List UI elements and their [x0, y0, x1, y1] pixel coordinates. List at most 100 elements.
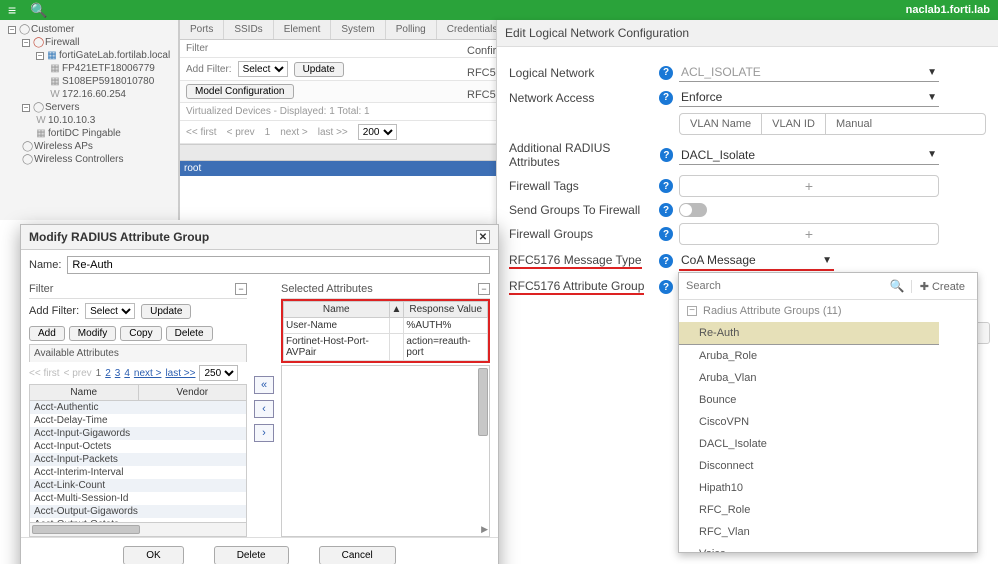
pg-prev[interactable]: < prev: [227, 127, 255, 138]
help-icon[interactable]: ?: [659, 254, 673, 268]
move-right-button[interactable]: ›: [254, 424, 274, 442]
network-access-select[interactable]: Enforce▼: [679, 88, 939, 107]
search-icon[interactable]: 🔍: [30, 2, 47, 19]
dropdown-item[interactable]: Voice: [679, 543, 977, 552]
mpg-next[interactable]: next >: [134, 368, 162, 379]
tree-dev-2[interactable]: 172.16.60.254: [62, 89, 126, 100]
move-left-button[interactable]: ‹: [254, 400, 274, 418]
help-icon[interactable]: ?: [660, 148, 673, 162]
dropdown-search-input[interactable]: [683, 277, 884, 295]
msg-type-select[interactable]: CoA Message▼: [679, 251, 834, 271]
tree-servers[interactable]: Servers: [45, 102, 79, 113]
modify-button[interactable]: Modify: [69, 326, 116, 341]
dropdown-item[interactable]: CiscoVPN: [679, 411, 977, 433]
attr-row[interactable]: Acct-Delay-Time: [30, 414, 246, 427]
mpg-last[interactable]: last >>: [165, 368, 195, 379]
help-icon[interactable]: ?: [659, 66, 673, 80]
mpg-1[interactable]: 1: [96, 368, 102, 379]
additional-radius-select[interactable]: DACL_Isolate▼: [679, 146, 939, 165]
mpg-prev[interactable]: < prev: [64, 368, 92, 379]
col-name[interactable]: Name: [30, 385, 139, 400]
tree-wctrl[interactable]: Wireless Controllers: [34, 154, 123, 165]
modal-name-input[interactable]: [67, 256, 490, 274]
help-icon[interactable]: ?: [659, 227, 673, 241]
tree-customer[interactable]: Customer: [31, 24, 74, 35]
vlan-mode-group[interactable]: VLAN Name VLAN ID Manual: [679, 113, 986, 135]
help-icon[interactable]: ?: [659, 91, 673, 105]
firewall-groups-add[interactable]: +: [679, 223, 939, 245]
minimize-icon[interactable]: −: [235, 283, 247, 295]
mpg-size[interactable]: 250: [199, 365, 238, 381]
mpg-2[interactable]: 2: [105, 368, 111, 379]
tree-fortigate[interactable]: fortiGateLab.fortilab.local: [59, 50, 170, 61]
modal-update-button[interactable]: Update: [141, 304, 191, 319]
menu-icon[interactable]: ≡: [8, 2, 16, 19]
tab-system[interactable]: System: [331, 20, 385, 39]
attr-row[interactable]: Acct-Authentic: [30, 401, 246, 414]
hscrollbar[interactable]: [29, 523, 247, 537]
dropdown-item[interactable]: Hipath10: [679, 477, 977, 499]
minimize-icon[interactable]: −: [478, 283, 490, 295]
firewall-tags-add[interactable]: +: [679, 175, 939, 197]
tab-ports[interactable]: Ports: [180, 20, 224, 39]
help-icon[interactable]: ?: [659, 203, 673, 217]
tree-dev-0[interactable]: FP421ETF18006779: [62, 63, 155, 74]
mpg-first[interactable]: << first: [29, 368, 60, 379]
addfilter-select[interactable]: Select: [238, 61, 288, 77]
dropdown-item[interactable]: RFC_Vlan: [679, 521, 977, 543]
tree-firewall[interactable]: Firewall: [45, 37, 79, 48]
help-icon[interactable]: ?: [659, 179, 673, 193]
help-icon[interactable]: ?: [659, 280, 673, 294]
close-icon[interactable]: ✕: [476, 230, 490, 244]
pg-first[interactable]: << first: [186, 127, 217, 138]
tab-polling[interactable]: Polling: [386, 20, 437, 39]
dropdown-item[interactable]: Bounce: [679, 389, 977, 411]
attr-row[interactable]: Acct-Interim-Interval: [30, 466, 246, 479]
selected-body[interactable]: ▶: [281, 365, 490, 537]
sel-row-1[interactable]: Fortinet-Host-Port-AVPairaction=reauth-p…: [284, 334, 488, 361]
attr-row[interactable]: Acct-Link-Count: [30, 479, 246, 492]
sel-col-resp[interactable]: Response Value: [404, 302, 488, 318]
dropdown-group-header[interactable]: −Radius Attribute Groups (11): [679, 300, 977, 322]
mpg-3[interactable]: 3: [115, 368, 121, 379]
attr-row[interactable]: Acct-Input-Gigawords: [30, 427, 246, 440]
vlan-name-button[interactable]: VLAN Name: [680, 114, 762, 134]
ok-button[interactable]: OK: [123, 546, 183, 564]
copy-button[interactable]: Copy: [120, 326, 161, 341]
sel-col-name[interactable]: Name: [284, 302, 390, 318]
vlan-manual-button[interactable]: Manual: [826, 114, 882, 134]
add-button[interactable]: Add: [29, 326, 65, 341]
dropdown-item[interactable]: DACL_Isolate: [679, 433, 977, 455]
send-groups-toggle[interactable]: [679, 203, 707, 217]
nav-tree[interactable]: −◯Customer −◯Firewall −▦fortiGateLab.for…: [0, 20, 179, 220]
attr-row[interactable]: Acct-Input-Octets: [30, 440, 246, 453]
tree-dev-1[interactable]: S108EP5918010780: [62, 76, 154, 87]
tree-waps[interactable]: Wireless APs: [34, 141, 93, 152]
attr-row[interactable]: Acct-Output-Gigawords: [30, 505, 246, 518]
mpg-4[interactable]: 4: [124, 368, 130, 379]
update-button[interactable]: Update: [294, 62, 344, 77]
pg-last[interactable]: last >>: [318, 127, 348, 138]
move-all-left-button[interactable]: «: [254, 376, 274, 394]
pg-size[interactable]: 200: [358, 124, 397, 140]
tree-srv-0[interactable]: 10.10.10.3: [48, 115, 95, 126]
attr-row[interactable]: Acct-Multi-Session-Id: [30, 492, 246, 505]
dropdown-item[interactable]: Aruba_Vlan: [679, 367, 977, 389]
foot-delete-button[interactable]: Delete: [214, 546, 289, 564]
model-config-button[interactable]: Model Configuration: [186, 84, 294, 99]
sel-row-0[interactable]: User-Name%AUTH%: [284, 318, 488, 334]
foot-cancel-button[interactable]: Cancel: [319, 546, 396, 564]
logical-network-select[interactable]: ACL_ISOLATE▼: [679, 63, 939, 82]
dropdown-item[interactable]: Re-Auth: [679, 322, 939, 345]
modal-filter-select[interactable]: Select: [85, 303, 135, 319]
dropdown-item[interactable]: Aruba_Role: [679, 345, 977, 367]
create-button[interactable]: ✚ Create: [911, 280, 973, 293]
available-grid[interactable]: Acct-AuthenticAcct-Delay-TimeAcct-Input-…: [29, 401, 247, 523]
dropdown-item[interactable]: Disconnect: [679, 455, 977, 477]
delete-button[interactable]: Delete: [166, 326, 213, 341]
tab-ssids[interactable]: SSIDs: [224, 20, 273, 39]
vlan-id-button[interactable]: VLAN ID: [762, 114, 826, 134]
tree-srv-1[interactable]: fortiDC Pingable: [48, 128, 121, 139]
col-vendor[interactable]: Vendor: [139, 385, 247, 400]
pg-1[interactable]: 1: [265, 127, 271, 138]
